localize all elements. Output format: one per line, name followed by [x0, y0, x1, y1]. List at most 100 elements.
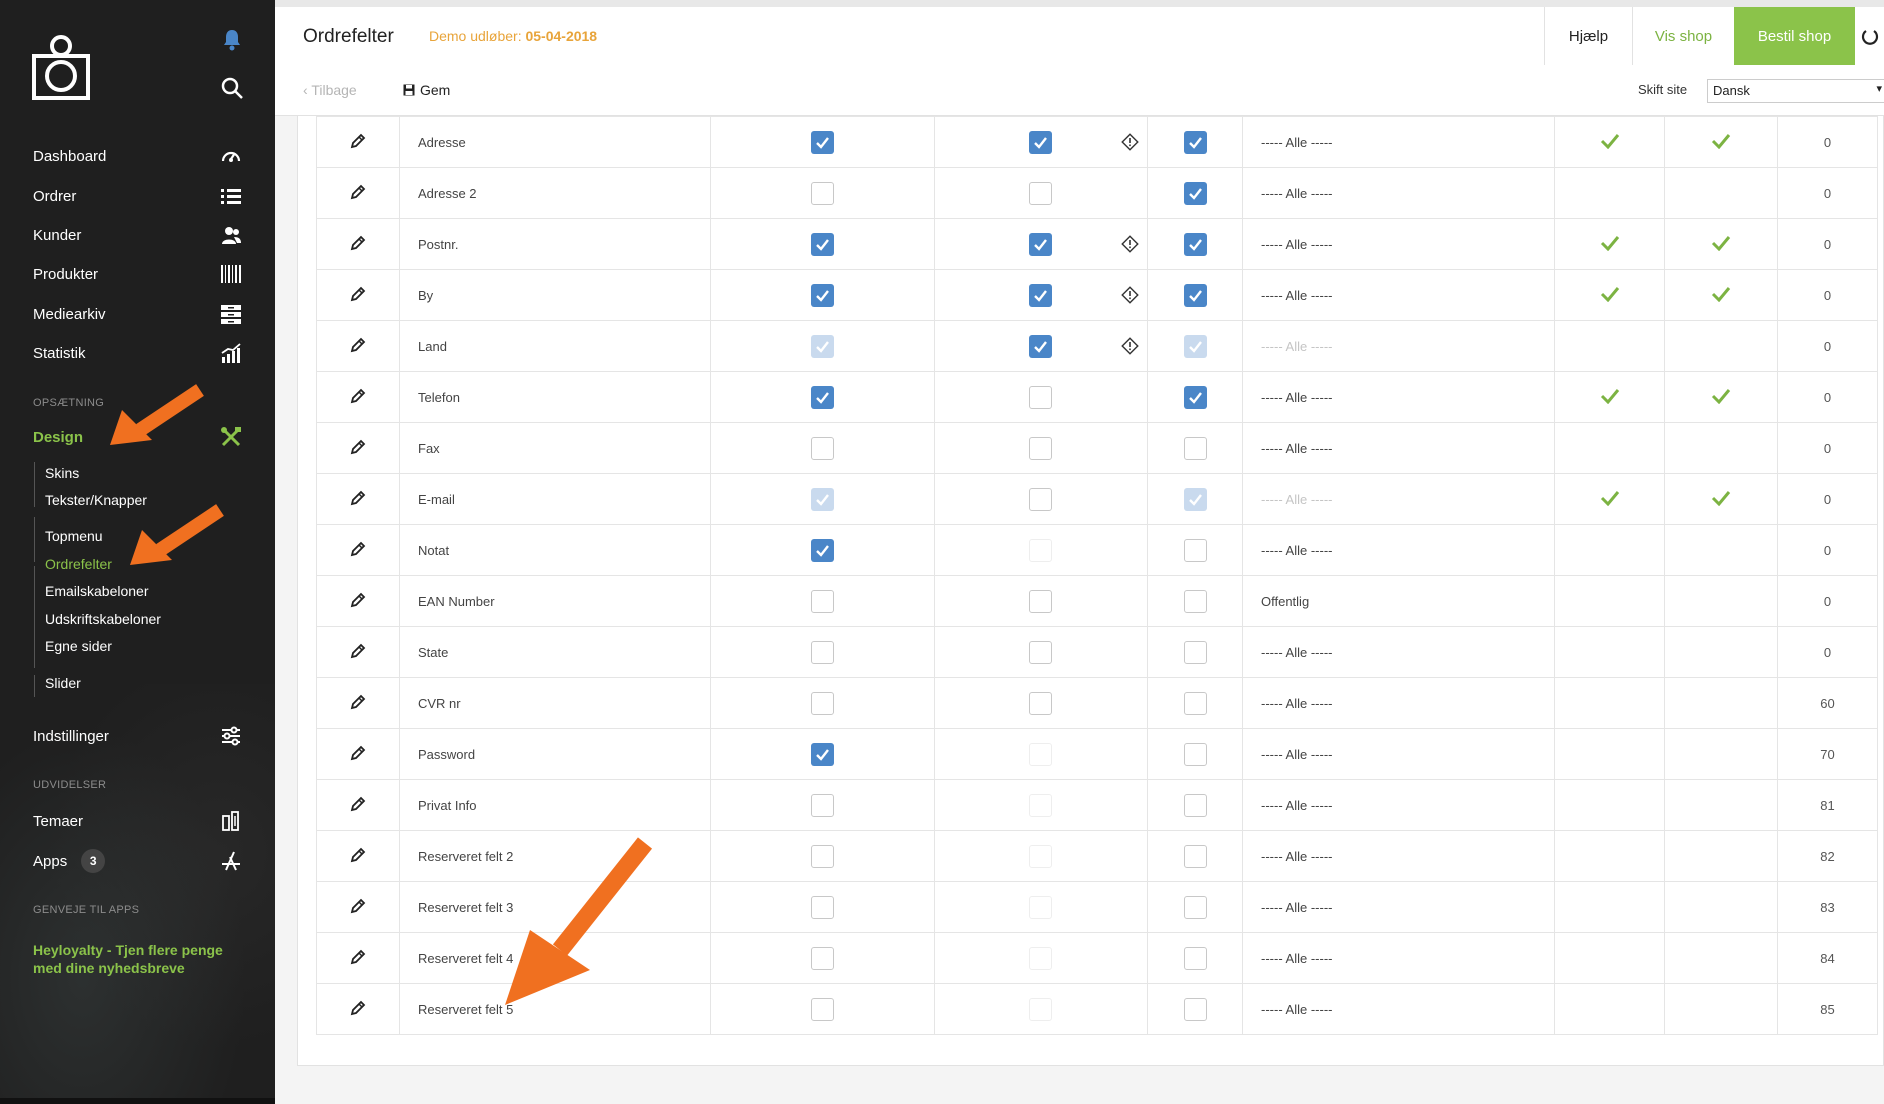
active-checkbox[interactable]: [811, 538, 834, 562]
bell-icon[interactable]: [220, 28, 244, 52]
show-checkbox[interactable]: [1183, 538, 1207, 562]
power-icon[interactable]: [1855, 7, 1884, 65]
nav-temaer[interactable]: Temaer: [33, 806, 243, 836]
active-checkbox[interactable]: [811, 436, 834, 460]
pencil-icon[interactable]: [349, 897, 367, 918]
pencil-icon[interactable]: [349, 591, 367, 612]
show-checkbox[interactable]: [1183, 487, 1207, 511]
show-checkbox[interactable]: [1183, 946, 1207, 970]
nav-mediearkiv[interactable]: Mediearkiv: [33, 299, 243, 329]
required-checkbox[interactable]: [1029, 284, 1052, 307]
pencil-icon[interactable]: [349, 234, 367, 255]
show-checkbox[interactable]: [1183, 742, 1207, 766]
sub-skins[interactable]: Skins: [45, 465, 79, 481]
show-checkbox[interactable]: [1183, 895, 1207, 919]
nav-ordrer[interactable]: Ordrer: [33, 181, 243, 211]
required-checkbox[interactable]: [1029, 947, 1052, 970]
site-select[interactable]: Dansk ▾: [1707, 79, 1884, 103]
sub-slider[interactable]: Slider: [45, 675, 81, 691]
show-checkbox[interactable]: [1183, 793, 1207, 817]
show-checkbox[interactable]: [1183, 385, 1207, 409]
nav-kunder[interactable]: Kunder: [33, 220, 243, 250]
required-checkbox[interactable]: [1029, 998, 1052, 1021]
active-checkbox[interactable]: [811, 589, 834, 613]
view-shop-button[interactable]: Vis shop: [1632, 7, 1734, 65]
active-checkbox[interactable]: [811, 130, 834, 154]
pencil-icon[interactable]: [349, 846, 367, 867]
heyloyalty-promo-link[interactable]: Heyloyalty - Tjen flere penge med dine n…: [33, 941, 248, 977]
show-checkbox[interactable]: [1183, 181, 1207, 205]
show-checkbox[interactable]: [1183, 283, 1207, 307]
active-checkbox[interactable]: [811, 385, 834, 409]
required-checkbox[interactable]: [1029, 641, 1052, 664]
sub-emailskabeloner[interactable]: Emailskabeloner: [45, 583, 149, 599]
required-checkbox[interactable]: [1029, 692, 1052, 715]
show-checkbox[interactable]: [1183, 997, 1207, 1021]
nav-indstillinger[interactable]: Indstillinger: [33, 721, 243, 751]
required-checkbox[interactable]: [1029, 590, 1052, 613]
pencil-icon[interactable]: [349, 489, 367, 510]
pencil-icon[interactable]: [349, 642, 367, 663]
required-checkbox[interactable]: [1029, 794, 1052, 817]
required-checkbox[interactable]: [1029, 845, 1052, 868]
nav-dashboard[interactable]: Dashboard: [33, 141, 243, 171]
active-checkbox[interactable]: [811, 232, 834, 256]
active-checkbox[interactable]: [811, 283, 834, 307]
sub-topmenu[interactable]: Topmenu: [45, 528, 103, 544]
back-link[interactable]: ‹ Tilbage: [303, 82, 357, 98]
pencil-icon[interactable]: [349, 438, 367, 459]
pencil-icon[interactable]: [349, 540, 367, 561]
pencil-icon[interactable]: [349, 183, 367, 204]
active-checkbox[interactable]: [811, 946, 834, 970]
active-checkbox[interactable]: [811, 742, 834, 766]
sub-udskriftskabeloner[interactable]: Udskriftskabeloner: [45, 611, 161, 627]
shopping-bag-logo-icon[interactable]: [30, 32, 92, 102]
pencil-icon[interactable]: [349, 387, 367, 408]
pencil-icon[interactable]: [349, 999, 367, 1020]
sub-ordrefelter[interactable]: Ordrefelter: [45, 556, 112, 572]
active-checkbox[interactable]: [811, 895, 834, 919]
pencil-icon[interactable]: [349, 744, 367, 765]
order-shop-button[interactable]: Bestil shop: [1734, 7, 1855, 65]
save-button[interactable]: Gem: [403, 82, 450, 98]
show-checkbox[interactable]: [1183, 130, 1207, 154]
required-checkbox[interactable]: [1029, 488, 1052, 511]
nav-design[interactable]: Design: [33, 422, 243, 452]
required-checkbox[interactable]: [1029, 743, 1052, 766]
sub-tekster-knapper[interactable]: Tekster/Knapper: [45, 492, 147, 508]
show-checkbox[interactable]: [1183, 232, 1207, 256]
required-checkbox[interactable]: [1029, 539, 1052, 562]
active-checkbox[interactable]: [811, 844, 834, 868]
nav-apps[interactable]: Apps 3: [33, 846, 243, 876]
required-checkbox[interactable]: [1029, 896, 1052, 919]
sub-egne-sider[interactable]: Egne sider: [45, 638, 112, 654]
active-checkbox[interactable]: [811, 181, 834, 205]
pencil-icon[interactable]: [349, 948, 367, 969]
pencil-icon[interactable]: [349, 132, 367, 153]
required-checkbox[interactable]: [1029, 386, 1052, 409]
required-checkbox[interactable]: [1029, 131, 1052, 154]
show-checkbox[interactable]: [1183, 640, 1207, 664]
pencil-icon[interactable]: [349, 336, 367, 357]
required-checkbox[interactable]: [1029, 233, 1052, 256]
pencil-icon[interactable]: [349, 693, 367, 714]
active-checkbox[interactable]: [811, 691, 834, 715]
required-checkbox[interactable]: [1029, 437, 1052, 460]
show-checkbox[interactable]: [1183, 691, 1207, 715]
active-checkbox[interactable]: [811, 334, 834, 358]
active-checkbox[interactable]: [811, 793, 834, 817]
show-checkbox[interactable]: [1183, 334, 1207, 358]
nav-produkter[interactable]: Produkter: [33, 259, 243, 289]
required-checkbox[interactable]: [1029, 182, 1052, 205]
show-checkbox[interactable]: [1183, 589, 1207, 613]
active-checkbox[interactable]: [811, 640, 834, 664]
active-checkbox[interactable]: [811, 997, 834, 1021]
pencil-icon[interactable]: [349, 795, 367, 816]
search-icon[interactable]: [220, 76, 244, 100]
nav-statistik[interactable]: Statistik: [33, 338, 243, 368]
help-button[interactable]: Hjælp: [1544, 7, 1632, 65]
required-checkbox[interactable]: [1029, 335, 1052, 358]
show-checkbox[interactable]: [1183, 844, 1207, 868]
show-checkbox[interactable]: [1183, 436, 1207, 460]
active-checkbox[interactable]: [811, 487, 834, 511]
